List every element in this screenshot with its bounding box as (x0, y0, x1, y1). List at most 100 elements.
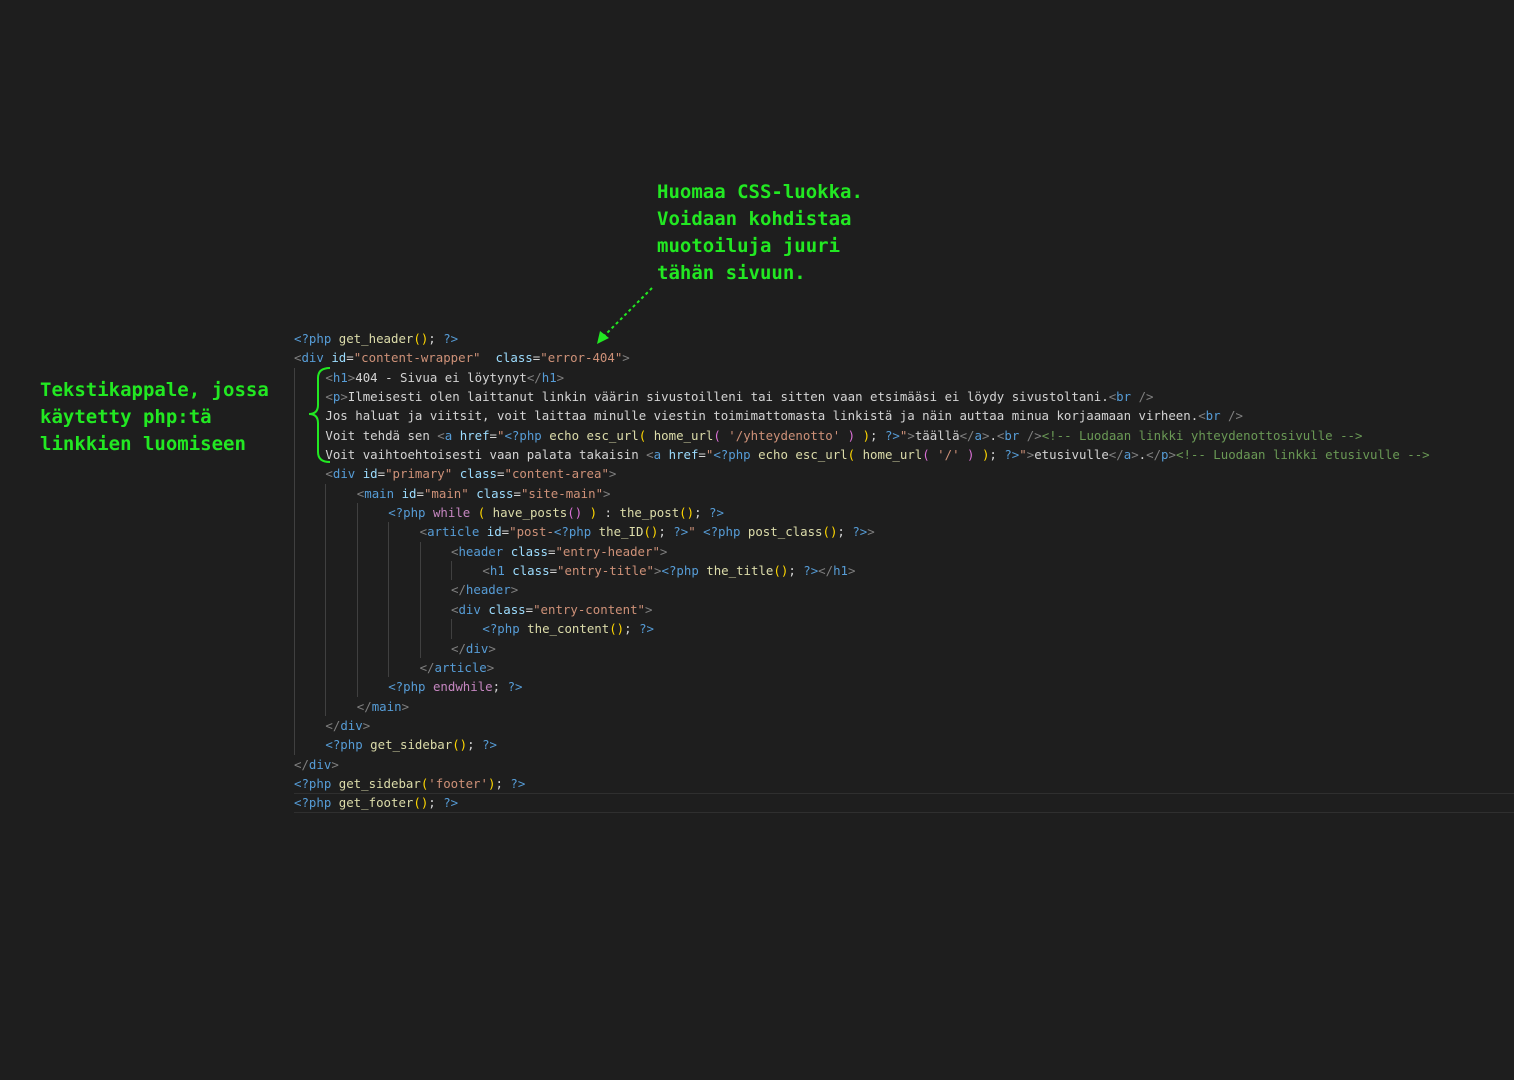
code-line-content: <article id="post-<?php the_ID(); ?>" <?… (420, 522, 875, 541)
code-token: ?> (884, 427, 900, 443)
indent-guide (294, 503, 295, 523)
code-token: "site-main" (520, 485, 604, 501)
code-line-content: <p>Ilmeisesti olen laittanut linkin väär… (325, 387, 1153, 406)
code-line-content: Voit tehdä sen <a href="<?php echo esc_u… (325, 426, 1362, 445)
code-token: div (332, 466, 363, 482)
code-token: h1 (833, 563, 848, 579)
code-line-content: </article> (420, 658, 495, 677)
code-line[interactable]: <?php get_footer(); ?> (294, 793, 1514, 813)
indent-guide (356, 599, 358, 620)
code-line[interactable]: <main id="main" class="site-main"> (294, 483, 1514, 504)
code-line[interactable]: </div> (294, 638, 1514, 658)
code-line-content: <?php get_header(); ?> (294, 329, 458, 348)
code-token: ( (477, 505, 493, 521)
code-token: main (364, 485, 402, 501)
code-token: ; (989, 447, 1005, 463)
code-token: > (340, 389, 348, 405)
code-token: </ (818, 563, 834, 579)
code-editor[interactable]: <?php get_header(); ?> <div id="content-w… (294, 329, 1514, 813)
indent-guide (294, 387, 295, 407)
code-line[interactable]: </div> (294, 755, 1514, 774)
code-line[interactable]: <?php endwhile; ?> (294, 677, 1514, 697)
code-token: ( (847, 447, 863, 463)
code-token: ; (467, 737, 483, 753)
code-token: get_sidebar (338, 775, 421, 791)
code-line[interactable]: <div id="content-wrapper" class="error-4… (294, 348, 1514, 367)
indent-guide (388, 599, 390, 620)
code-line[interactable]: Jos haluat ja viitsit, voit laittaa minu… (294, 406, 1514, 426)
code-token: </ (959, 427, 975, 443)
code-token: main (371, 698, 402, 714)
code-line[interactable]: Voit vaihtoehtoisesti vaan palata takais… (294, 445, 1514, 465)
code-token: < (437, 427, 445, 443)
indent-guide (419, 619, 421, 639)
indent-guide (294, 715, 295, 736)
code-token: > (1168, 447, 1176, 463)
code-token: div (340, 717, 363, 733)
code-line[interactable]: </div> (294, 715, 1514, 736)
code-line[interactable]: <?php get_sidebar(); ?> (294, 735, 1514, 755)
code-line[interactable]: <p>Ilmeisesti olen laittanut linkin väär… (294, 387, 1514, 407)
code-line[interactable]: <div class="entry-content"> (294, 599, 1514, 620)
code-token: echo esc_url (758, 447, 848, 463)
indent-guide (419, 599, 421, 620)
code-token: > (1131, 447, 1139, 463)
code-token: " (1019, 447, 1027, 463)
code-line-content: </div> (325, 716, 370, 735)
code-line[interactable]: <?php get_sidebar('footer'); ?> (294, 774, 1514, 793)
indent-guide (388, 638, 390, 658)
indent-guide (325, 541, 327, 562)
code-line-content: Voit vaihtoehtoisesti vaan palata takais… (325, 445, 1429, 464)
code-token: = (416, 485, 424, 501)
code-token: id (331, 350, 347, 366)
code-line[interactable]: <?php the_content(); ?> (294, 619, 1514, 639)
code-token: <?php (482, 621, 528, 637)
code-line-content: <?php while ( have_posts() ) : the_post(… (388, 503, 724, 522)
code-token: </ (451, 582, 466, 598)
code-token: = (346, 350, 354, 366)
code-token: <!-- Luodaan linkki yhteydenottosivulle … (1041, 427, 1363, 443)
code-line[interactable]: <h1>404 - Sivua ei löytynyt</h1> (294, 367, 1514, 388)
code-token: > (867, 524, 875, 540)
code-token: <?php (294, 795, 339, 811)
code-line[interactable]: </article> (294, 657, 1514, 678)
code-token: get_footer (338, 795, 414, 811)
code-line[interactable]: </main> (294, 696, 1514, 716)
code-line[interactable]: <header class="entry-header"> (294, 541, 1514, 562)
indent-guide (356, 580, 358, 600)
code-token: /> (1138, 389, 1154, 405)
code-line-content: <h1>404 - Sivua ei löytynyt</h1> (325, 368, 564, 387)
code-token: home_url (862, 447, 923, 463)
code-token: br (1116, 389, 1139, 405)
code-token: br (1205, 408, 1229, 424)
code-line[interactable]: </header> (294, 580, 1514, 600)
code-token: ?> (803, 563, 819, 579)
code-token: <?php (388, 679, 433, 695)
code-line[interactable]: <article id="post-<?php the_ID(); ?>" <?… (294, 522, 1514, 542)
code-token: < (419, 524, 428, 540)
code-line[interactable]: Voit tehdä sen <a href="<?php echo esc_u… (294, 425, 1514, 446)
code-line-content: <?php get_sidebar('footer'); ?> (294, 774, 525, 793)
code-token: > (556, 369, 565, 385)
code-token: get_sidebar (370, 737, 453, 753)
code-line-content: <?php the_content(); ?> (482, 619, 654, 638)
code-token: </ (419, 659, 435, 675)
code-line[interactable]: <h1 class="entry-title"><?php the_title(… (294, 561, 1514, 581)
php-links-annotation: Tekstikappale, jossa käytetty php:tä lin… (40, 379, 269, 455)
code-token: href (668, 447, 699, 463)
code-line-content: </div> (451, 639, 496, 658)
code-token: 'footer' (428, 775, 488, 791)
code-token: () (679, 505, 695, 521)
code-line[interactable]: <?php get_header(); ?> (294, 329, 1514, 348)
code-line[interactable]: <div id="primary" class="content-area"> (294, 464, 1514, 484)
css-class-annotation: Huomaa CSS-luokka. Voidaan kohdistaa muo… (657, 181, 863, 284)
code-line-content: <div class="entry-content"> (451, 600, 652, 619)
code-line-content: <?php get_footer(); ?> (294, 794, 458, 811)
code-token: täällä (914, 427, 960, 443)
indent-guide (294, 561, 295, 581)
code-line[interactable]: <?php while ( have_posts() ) : the_post(… (294, 503, 1514, 523)
code-token: > (486, 659, 495, 675)
code-token: > (488, 640, 496, 656)
code-token: id (362, 466, 378, 482)
code-token: <?php (388, 505, 433, 521)
